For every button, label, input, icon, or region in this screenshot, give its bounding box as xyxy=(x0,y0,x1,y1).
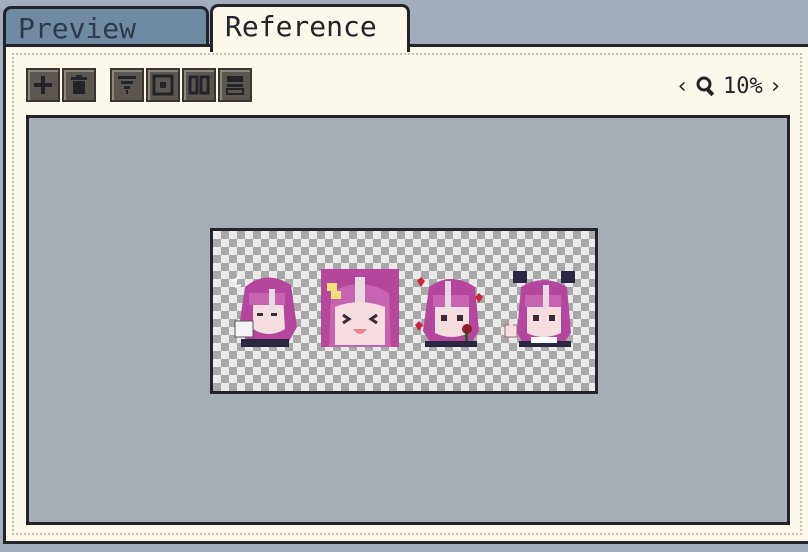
fit-icon xyxy=(118,76,136,94)
add-button[interactable] xyxy=(26,68,60,102)
zoom-control: ‹ 10% › xyxy=(670,71,782,101)
frame-icon xyxy=(152,74,174,96)
split-button[interactable] xyxy=(182,68,216,102)
character-sprite-thumbs-up xyxy=(504,271,575,347)
delete-button[interactable] xyxy=(62,68,96,102)
character-sprite-laughing xyxy=(321,269,399,347)
magnifier-icon xyxy=(696,76,715,97)
tool-group-edit xyxy=(26,68,98,102)
zoom-next-button[interactable]: › xyxy=(769,74,782,99)
tab-preview-label: Preview xyxy=(18,12,137,45)
zoom-level: 10% xyxy=(723,73,763,99)
tab-reference-label: Reference xyxy=(225,10,377,43)
app-window: Preview Reference ‹ 10% › xyxy=(0,0,808,552)
tab-reference[interactable]: Reference xyxy=(210,4,410,52)
trash-icon xyxy=(71,75,87,94)
canvas-area[interactable] xyxy=(26,115,790,525)
reference-image-sheet[interactable] xyxy=(210,228,598,394)
frame-button[interactable] xyxy=(146,68,180,102)
character-sprite-shy xyxy=(232,276,297,347)
character-sprite-hearts xyxy=(415,277,483,347)
split-icon xyxy=(188,75,210,95)
fit-button[interactable] xyxy=(110,68,144,102)
layout-button[interactable] xyxy=(218,68,252,102)
layout-icon xyxy=(226,76,244,95)
toolbar xyxy=(26,67,266,103)
tool-group-view xyxy=(110,68,254,102)
add-icon xyxy=(34,76,52,94)
zoom-prev-button[interactable]: ‹ xyxy=(676,74,689,99)
reference-panel: ‹ 10% › xyxy=(3,44,808,544)
